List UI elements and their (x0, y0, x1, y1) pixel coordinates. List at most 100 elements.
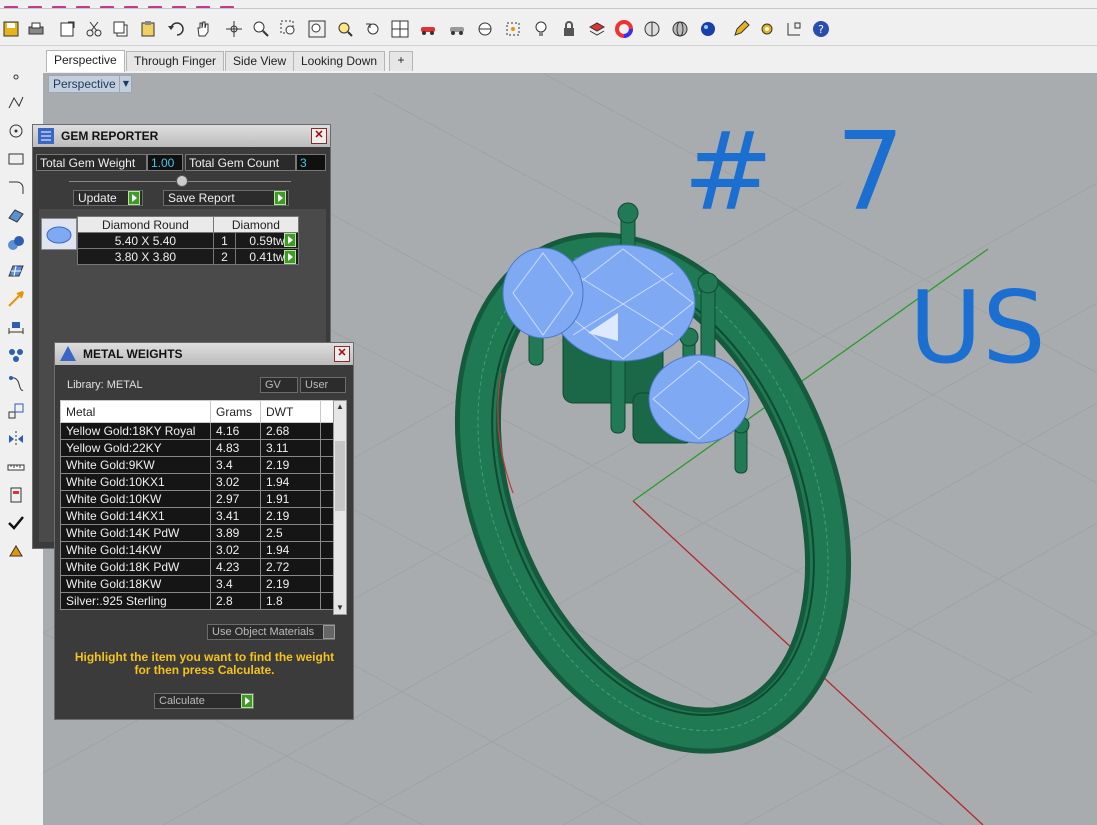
point-icon[interactable] (5, 66, 27, 88)
tab-perspective[interactable]: Perspective (46, 50, 125, 72)
scale-icon[interactable] (5, 400, 27, 422)
ruler-icon[interactable] (5, 456, 27, 478)
metal-cell-grams: 3.89 (210, 524, 261, 542)
gumball-icon[interactable] (502, 18, 524, 40)
undo-icon[interactable] (165, 18, 187, 40)
transform-icon[interactable] (5, 288, 27, 310)
metal-cell-dwt: 3.11 (260, 439, 321, 457)
ring-size-icon[interactable] (5, 484, 27, 506)
table-row[interactable]: White Gold:10KX1 3.02 1.94 (60, 473, 342, 491)
surface-icon[interactable] (5, 204, 27, 226)
metal-cell-dwt: 2.72 (260, 558, 321, 576)
mirror-icon[interactable] (5, 428, 27, 450)
update-go-icon[interactable] (128, 191, 140, 205)
layers-icon[interactable] (586, 18, 608, 40)
diamond-round-icon (41, 218, 77, 250)
close-icon[interactable]: ✕ (311, 128, 327, 144)
save-report-button[interactable]: Save Report (163, 190, 289, 206)
save-report-label: Save Report (168, 191, 235, 205)
scroll-thumb[interactable] (335, 441, 345, 511)
calculate-button[interactable]: Calculate (154, 693, 254, 709)
table-row[interactable]: White Gold:14KX1 3.41 2.19 (60, 507, 342, 525)
slider-thumb[interactable] (176, 175, 188, 187)
osnap-icon[interactable] (474, 18, 496, 40)
metal-weights-titlebar[interactable]: METAL WEIGHTS ✕ (55, 343, 353, 365)
gv-toggle[interactable]: GV (260, 377, 298, 393)
calculate-go-icon[interactable] (241, 694, 253, 708)
col-metal[interactable]: Metal (60, 400, 211, 423)
template-icon[interactable] (56, 18, 78, 40)
rectangle-icon[interactable] (5, 148, 27, 170)
rotate-view-icon[interactable] (223, 18, 245, 40)
circle-icon[interactable] (5, 120, 27, 142)
gem-row[interactable]: 5.40 X 5.40 1 0.59tw (77, 232, 299, 249)
four-views-icon[interactable] (389, 18, 411, 40)
side-diamond[interactable] (648, 354, 750, 444)
gem-row-go-icon[interactable] (284, 250, 296, 264)
tab-looking-down[interactable]: Looking Down (293, 51, 386, 71)
polyline-icon[interactable] (5, 92, 27, 114)
metal-cell-dwt: 1.8 (260, 592, 321, 610)
use-object-materials-button[interactable]: Use Object Materials (207, 624, 335, 640)
light-bulb-icon[interactable] (530, 18, 552, 40)
fillet-icon[interactable] (5, 176, 27, 198)
gem-reporter-titlebar[interactable]: GEM REPORTER ✕ (33, 125, 330, 147)
total-gem-count-value: 3 (296, 154, 326, 171)
check-icon[interactable] (5, 512, 27, 534)
add-tab-button[interactable]: + (389, 51, 413, 71)
mesh-icon[interactable] (5, 260, 27, 282)
table-row[interactable]: Yellow Gold:18KY Royal 4.16 2.68 (60, 422, 342, 440)
table-row[interactable]: White Gold:10KW 2.97 1.91 (60, 490, 342, 508)
save-report-go-icon[interactable] (274, 191, 286, 205)
gem-row[interactable]: 3.80 X 3.80 2 0.41tw (77, 248, 299, 265)
lock-icon[interactable] (558, 18, 580, 40)
dimension-icon[interactable] (5, 316, 27, 338)
copy-icon[interactable] (110, 18, 132, 40)
pan-hand-icon[interactable] (192, 18, 214, 40)
tab-side-view[interactable]: Side View (225, 51, 295, 71)
table-row[interactable]: White Gold:9KW 3.4 2.19 (60, 456, 342, 474)
paint-bucket-icon[interactable] (5, 540, 27, 562)
wireframe-sphere-icon[interactable] (641, 18, 663, 40)
col-grams[interactable]: Grams (210, 400, 261, 423)
left-side-diamond[interactable] (502, 247, 584, 339)
metal-cell-metal: White Gold:14KW (60, 541, 211, 559)
scroll-up-icon[interactable]: ▲ (335, 402, 345, 412)
zoom-icon[interactable] (250, 18, 272, 40)
array-icon[interactable] (5, 344, 27, 366)
save-icon[interactable] (0, 18, 22, 40)
zoom-extents-icon[interactable] (306, 18, 328, 40)
zoom-selected-icon[interactable] (334, 18, 356, 40)
gem-row-go-icon[interactable] (284, 233, 296, 247)
close-icon[interactable]: ✕ (334, 346, 350, 362)
gear-icon[interactable] (756, 18, 778, 40)
metal-cell-grams: 3.4 (210, 575, 261, 593)
table-row[interactable]: White Gold:18KW 3.4 2.19 (60, 575, 342, 593)
car-icon[interactable] (417, 18, 439, 40)
paste-icon[interactable] (137, 18, 159, 40)
col-dwt[interactable]: DWT (260, 400, 321, 423)
grid-snap-icon[interactable] (783, 18, 805, 40)
table-row[interactable]: White Gold:14KW 3.02 1.94 (60, 541, 342, 559)
table-row[interactable]: Silver:.925 Sterling 2.8 1.8 (60, 592, 342, 610)
help-icon[interactable]: ? (810, 18, 832, 40)
flow-curve-icon[interactable] (5, 372, 27, 394)
solid-spheres-icon[interactable] (5, 232, 27, 254)
table-row[interactable]: White Gold:14K PdW 3.89 2.5 (60, 524, 342, 542)
use-object-materials-toggle[interactable] (323, 625, 335, 639)
user-toggle[interactable]: User (300, 377, 346, 393)
scroll-down-icon[interactable]: ▼ (335, 603, 345, 613)
car-grey-icon[interactable] (446, 18, 468, 40)
print-icon[interactable] (25, 18, 47, 40)
rendered-sphere-icon[interactable] (697, 18, 719, 40)
metal-list-scrollbar[interactable]: ▲ ▼ (333, 400, 347, 615)
color-wheel-icon[interactable] (613, 18, 635, 40)
tab-through-finger[interactable]: Through Finger (126, 51, 225, 71)
table-row[interactable]: White Gold:18K PdW 4.23 2.72 (60, 558, 342, 576)
zoom-window-icon[interactable] (278, 18, 300, 40)
pencil-icon[interactable] (730, 18, 752, 40)
shaded-sphere-icon[interactable] (669, 18, 691, 40)
cut-icon[interactable] (83, 18, 105, 40)
table-row[interactable]: Yellow Gold:22KY 4.83 3.11 (60, 439, 342, 457)
undo-view-icon[interactable] (362, 18, 384, 40)
